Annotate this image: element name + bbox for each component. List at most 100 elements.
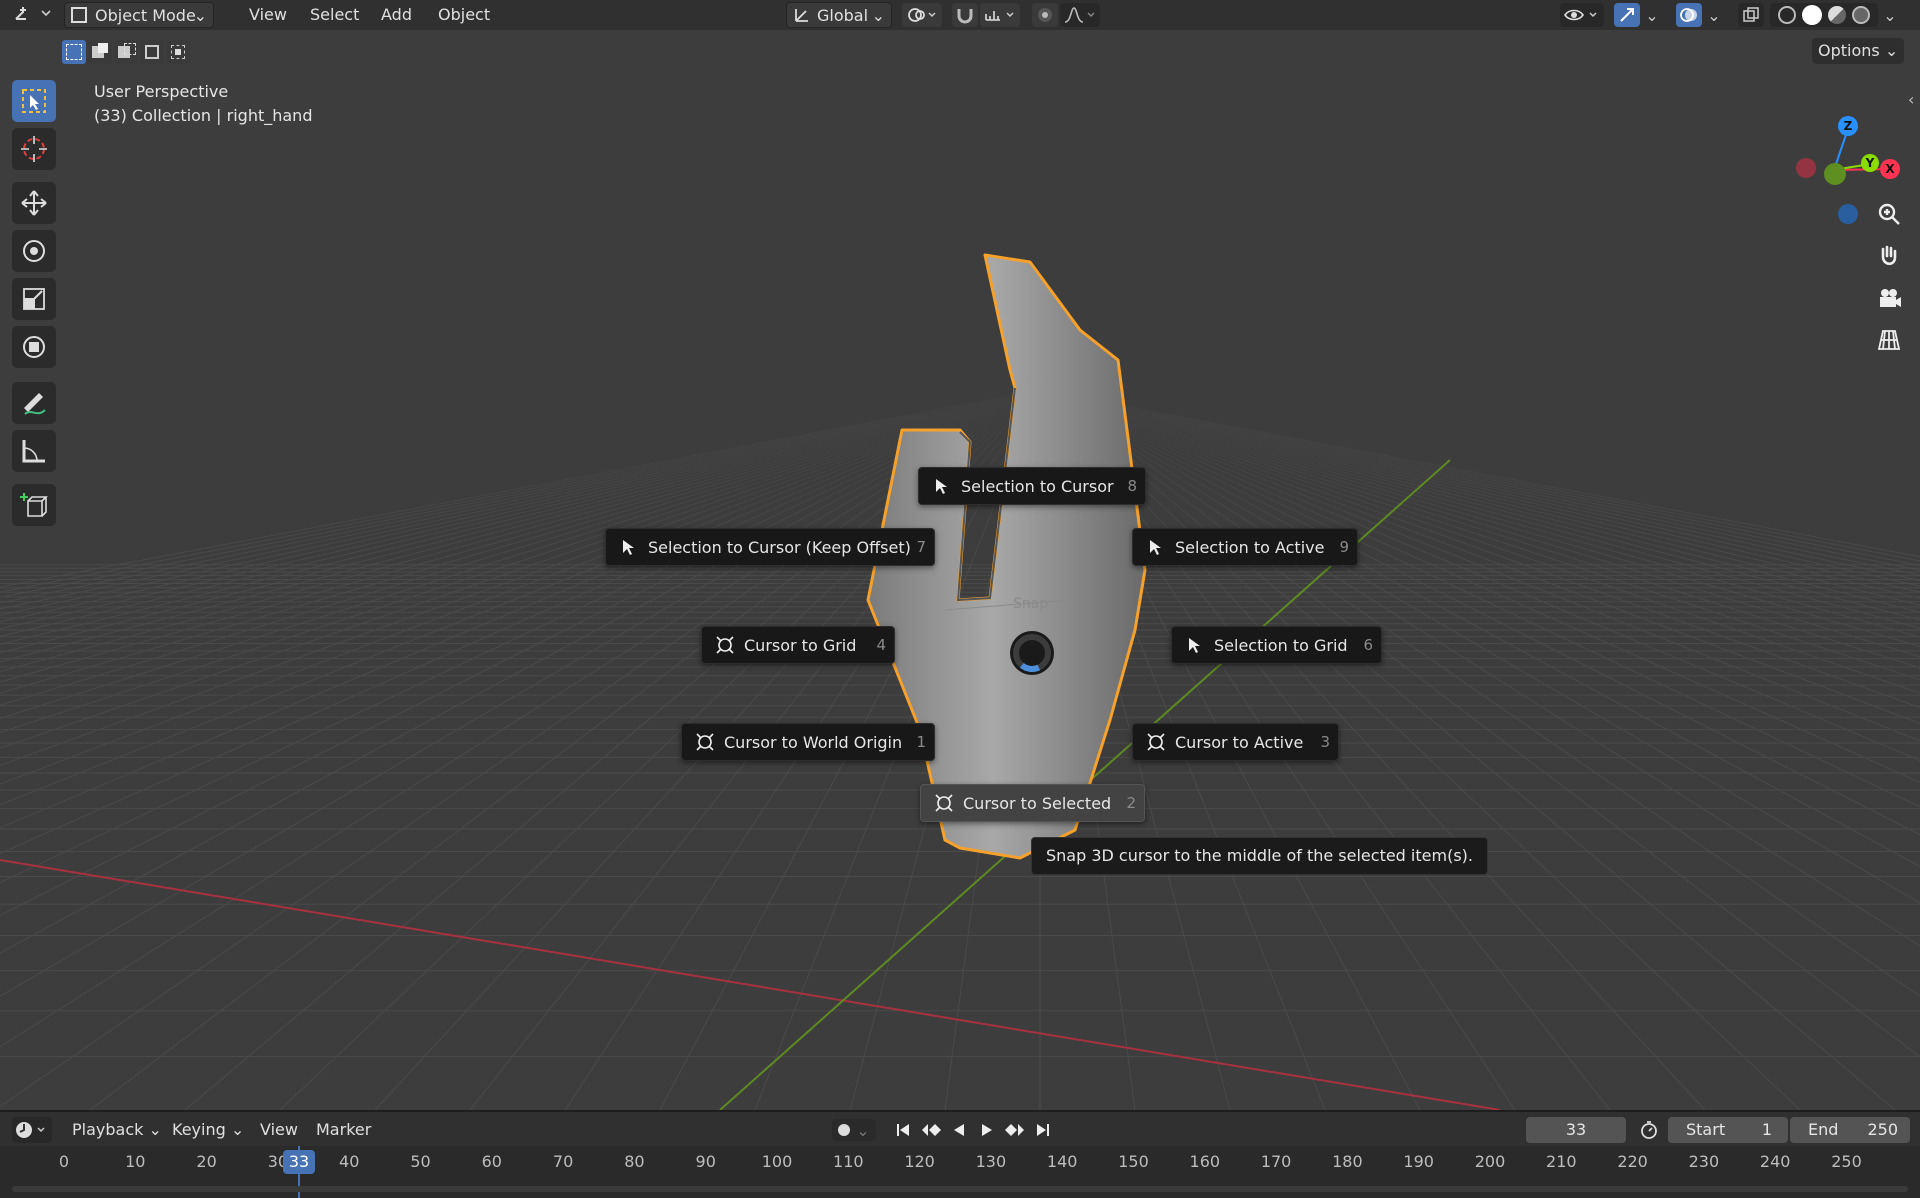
pie-item-label: Selection to Grid	[1214, 635, 1348, 655]
select-invert-icon[interactable]	[140, 40, 164, 64]
timeline-menu-keying[interactable]: Keying ⌄	[172, 1118, 244, 1142]
menu-object[interactable]: Object	[432, 2, 496, 28]
pie-item-shortcut: 7	[916, 538, 926, 556]
mode-dropdown[interactable]: Object Mode ⌄	[64, 2, 214, 28]
end-frame-field[interactable]: End 250	[1790, 1117, 1910, 1143]
stopwatch-icon[interactable]	[1638, 1119, 1660, 1141]
timeline-ruler[interactable]: 0 10 20 30 40 50 60 70 80 90 100 110 120 130 140 150 160…	[0, 1146, 1920, 1198]
play-icon	[982, 1124, 992, 1136]
pie-item-cursor-to-selected[interactable]: Cursor to Selected 2	[920, 784, 1145, 822]
tooltip: Snap 3D cursor to the middle of the sele…	[1031, 837, 1488, 875]
proportional-editing-toggle[interactable]	[1032, 3, 1058, 27]
chevron-down-icon: ⌄	[856, 1120, 870, 1140]
pie-item-selection-to-cursor-keep-offset[interactable]: Selection to Cursor (Keep Offset) 7	[605, 528, 935, 566]
sidebar-toggle-icon[interactable]: ‹	[1908, 90, 1914, 109]
annotate-tool[interactable]	[12, 382, 56, 424]
jump-keyframe-forward-button[interactable]	[1004, 1119, 1026, 1141]
overlays-toggle[interactable]	[1676, 3, 1702, 27]
shading-dropdown[interactable]: ⌄	[1882, 3, 1898, 27]
timeline-menu-view[interactable]: View	[260, 1118, 298, 1142]
select-extend-icon[interactable]	[88, 40, 112, 64]
gizmo-neg-x-axis[interactable]	[1796, 158, 1816, 178]
gizmo-toggle[interactable]	[1614, 3, 1640, 27]
select-new-icon[interactable]	[62, 40, 86, 64]
menu-view[interactable]: View	[243, 2, 293, 28]
start-frame-field[interactable]: Start 1	[1668, 1117, 1788, 1143]
timeline-editor-type-button[interactable]	[12, 1117, 52, 1143]
pie-item-selection-to-cursor[interactable]: Selection to Cursor 8	[918, 467, 1146, 505]
options-dropdown[interactable]: Options ⌄	[1812, 38, 1905, 64]
rendered-shading-icon[interactable]	[1852, 6, 1870, 24]
camera-view-button[interactable]	[1872, 281, 1906, 315]
visibility-dropdown[interactable]	[1560, 3, 1604, 27]
transform-icon	[23, 336, 45, 358]
3d-cursor-icon	[933, 792, 955, 814]
menu-select[interactable]: Select	[304, 2, 365, 28]
wireframe-shading-icon[interactable]	[1778, 6, 1796, 24]
end-value: 250	[1867, 1120, 1898, 1139]
pie-item-cursor-to-active[interactable]: Cursor to Active 3	[1132, 723, 1339, 761]
jump-to-start-button[interactable]	[892, 1119, 914, 1141]
frame-tick-label: 160	[1189, 1152, 1221, 1171]
ortho-toggle-button[interactable]	[1872, 323, 1906, 357]
pie-item-selection-to-active[interactable]: Selection to Active 9	[1132, 528, 1358, 566]
selection-mode-group	[62, 40, 194, 64]
pie-item-shortcut: 8	[1127, 477, 1137, 495]
camera-icon	[1880, 289, 1901, 307]
pie-item-cursor-to-grid[interactable]: Cursor to Grid 4	[701, 626, 895, 664]
frame-tick-label: 140	[1046, 1152, 1078, 1171]
solid-shading-icon[interactable]	[1802, 5, 1822, 25]
editor-type-icon	[15, 7, 51, 20]
pie-item-cursor-to-world-origin[interactable]: Cursor to World Origin 1	[681, 723, 935, 761]
menu-label: Keying	[172, 1120, 226, 1139]
gizmo-neg-z-axis[interactable]	[1838, 204, 1858, 224]
scale-tool[interactable]	[12, 278, 56, 320]
timeline-menu-marker[interactable]: Marker	[316, 1118, 371, 1142]
pivot-point-button[interactable]	[902, 3, 942, 27]
keyframe-back-icon	[922, 1124, 941, 1136]
gizmo-x-axis[interactable]: X	[1880, 159, 1900, 179]
gizmo-neg-y-axis[interactable]	[1824, 163, 1846, 185]
overlays-dropdown[interactable]: ⌄	[1706, 3, 1722, 27]
add-cube-tool[interactable]	[12, 484, 56, 526]
transform-tool[interactable]	[12, 326, 56, 368]
menu-add[interactable]: Add	[375, 2, 418, 28]
jump-keyframe-back-button[interactable]	[920, 1119, 942, 1141]
xray-toggle[interactable]	[1738, 3, 1764, 27]
auto-keying-toggle[interactable]: ⌄	[832, 1119, 876, 1141]
zoom-button[interactable]	[1872, 197, 1906, 231]
rotate-tool[interactable]	[12, 230, 56, 272]
timeline-menu-playback[interactable]: Playback ⌄	[72, 1118, 162, 1142]
grid-perspective-icon	[1877, 330, 1901, 350]
jump-start-icon	[897, 1124, 909, 1136]
transform-orientation-dropdown[interactable]: Global ⌄	[786, 2, 892, 28]
proportional-falloff-dropdown[interactable]	[1060, 3, 1100, 27]
chevron-down-icon: ⌄	[1645, 5, 1659, 25]
play-reverse-button[interactable]	[948, 1119, 970, 1141]
pie-item-selection-to-grid[interactable]: Selection to Grid 6	[1171, 626, 1382, 664]
editor-type-button[interactable]	[6, 2, 54, 28]
current-frame-field[interactable]: 33	[1526, 1117, 1626, 1143]
move-tool[interactable]	[12, 182, 56, 224]
jump-to-end-button[interactable]	[1032, 1119, 1054, 1141]
cursor-tool[interactable]	[12, 128, 56, 170]
timeline-scrollbar[interactable]	[12, 1186, 1908, 1192]
select-subtract-icon[interactable]	[114, 40, 138, 64]
gizmo-dropdown[interactable]: ⌄	[1644, 3, 1660, 27]
pan-button[interactable]	[1872, 239, 1906, 273]
right-hand-mesh[interactable]	[0, 30, 1920, 1110]
3d-viewport[interactable]: Options ⌄ User Perspective (33) Collecti…	[0, 30, 1920, 1110]
gizmo-y-axis[interactable]: Y	[1861, 154, 1879, 172]
gizmo-z-axis[interactable]: Z	[1838, 116, 1858, 136]
scale-icon	[23, 288, 45, 310]
snap-target-dropdown[interactable]	[980, 3, 1020, 27]
playhead-frame-badge[interactable]: 33	[283, 1150, 315, 1174]
measure-tool[interactable]	[12, 430, 56, 472]
select-intersect-icon[interactable]	[166, 40, 190, 64]
select-box-tool[interactable]	[12, 80, 56, 122]
material-shading-icon[interactable]	[1828, 6, 1846, 24]
snap-toggle[interactable]	[952, 3, 978, 27]
zoom-icon	[1878, 203, 1900, 225]
play-button[interactable]	[976, 1119, 998, 1141]
3d-cursor-icon	[714, 634, 736, 656]
